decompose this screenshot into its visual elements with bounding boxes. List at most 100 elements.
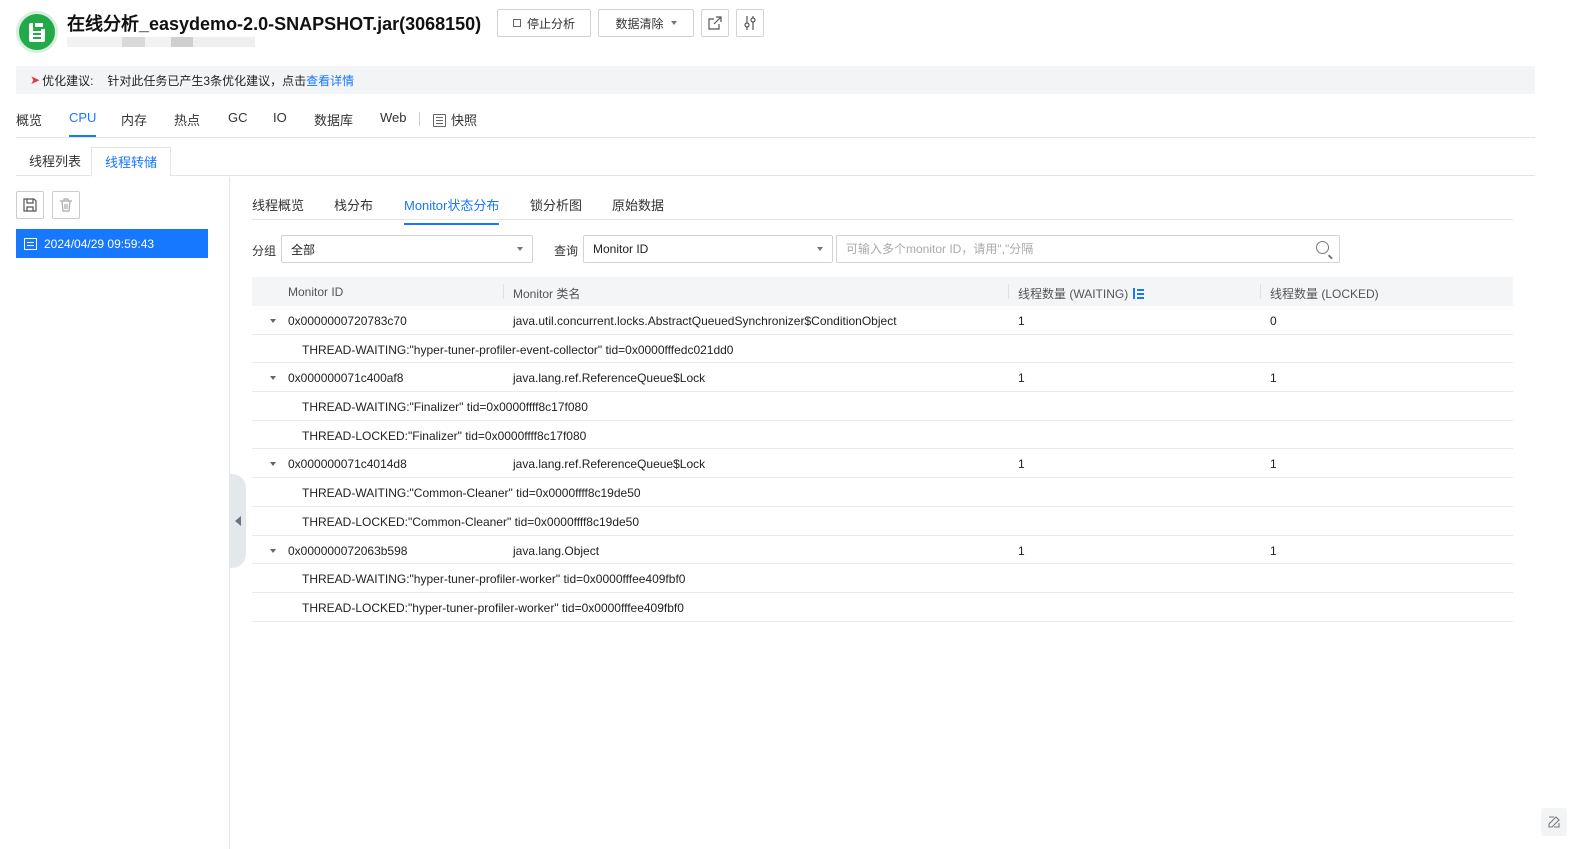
monitor-class-cell: java.util.concurrent.locks.AbstractQueue… — [513, 314, 897, 328]
monitor-class-cell: java.lang.ref.ReferenceQueue$Lock — [513, 457, 706, 472]
table-row: 0x0000000720783c70 java.util.concurrent.l… — [252, 306, 1513, 335]
tab-cpu[interactable]: CPU — [69, 110, 97, 137]
table-row: 0x000000072063b598 java.lang.Object 1 1 — [252, 536, 1513, 565]
view-details-link[interactable]: 查看详情 — [306, 72, 354, 89]
thread-info-cell: THREAD-LOCKED:"hyper-tuner-profiler-work… — [302, 600, 684, 615]
thread-row: THREAD-LOCKED:"Finalizer" tid=0x0000ffff… — [252, 421, 1513, 450]
tab-thread-overview[interactable]: 线程概览 — [252, 195, 304, 214]
collapse-panel-button[interactable] — [229, 474, 246, 568]
tab-monitor-state[interactable]: Monitor状态分布 — [404, 195, 500, 225]
dump-timestamp: 2024/04/29 09:59:43 — [44, 236, 155, 251]
stop-analysis-label: 停止分析 — [526, 16, 575, 31]
thread-row: THREAD-LOCKED:"Common-Cleaner" tid=0x000… — [252, 507, 1513, 536]
tab-stack-distribution[interactable]: 栈分布 — [334, 195, 373, 214]
monitor-id-search-input[interactable] — [836, 235, 1340, 263]
tab-lock-graph[interactable]: 锁分析图 — [530, 195, 582, 214]
group-label: 分组 — [252, 244, 277, 258]
rocket-icon: ➤ — [30, 73, 41, 87]
thread-info-cell: THREAD-WAITING:"hyper-tuner-profiler-wor… — [302, 572, 686, 587]
thread-row: THREAD-WAITING:"hyper-tuner-profiler-eve… — [252, 335, 1513, 364]
tab-thread-list[interactable]: 线程列表 — [16, 147, 94, 176]
tab-raw-data[interactable]: 原始数据 — [612, 195, 664, 214]
tab-hotspot[interactable]: 热点 — [174, 110, 200, 129]
column-monitor-id[interactable]: Monitor ID — [288, 285, 343, 299]
clear-data-label: 数据清除 — [615, 16, 664, 31]
stop-icon — [512, 19, 521, 27]
tab-overview[interactable]: 概览 — [16, 110, 42, 129]
table-row: 0x000000071c400af8 java.lang.ref.Referenc… — [252, 363, 1513, 393]
thread-row: THREAD-LOCKED:"hyper-tuner-profiler-work… — [252, 593, 1513, 622]
tab-snapshot[interactable]: 快照 — [433, 110, 477, 129]
group-select[interactable]: 全部 — [281, 235, 533, 263]
chevron-left-icon — [234, 516, 241, 526]
waiting-count-cell: 1 — [1018, 314, 1025, 328]
column-monitor-class[interactable]: Monitor 类名 — [513, 285, 580, 302]
thread-info-cell: THREAD-WAITING:"Common-Cleaner" tid=0x00… — [302, 486, 641, 501]
chevron-down-icon — [670, 21, 677, 25]
thread-info-cell: THREAD-LOCKED:"Finalizer" tid=0x0000ffff… — [302, 428, 587, 443]
suggestion-label: 优化建议: — [42, 73, 94, 88]
sliders-icon[interactable] — [736, 9, 764, 37]
locked-count-cell: 1 — [1270, 543, 1277, 558]
trash-icon[interactable] — [52, 191, 80, 219]
table-row: 0x000000071c4014d8 java.lang.ref.Referenc… — [252, 449, 1513, 479]
tab-thread-dump[interactable]: 线程转储 — [91, 147, 172, 177]
thread-info-cell: THREAD-WAITING:"hyper-tuner-profiler-eve… — [302, 342, 734, 357]
suggestion-bar: ➤ 优化建议: 针对此任务已产生3条优化建议，点击 查看详情 — [16, 66, 1535, 94]
locked-count-cell: 0 — [1270, 314, 1277, 328]
suggestion-text: 针对此任务已产生3条优化建议，点击 — [107, 73, 307, 88]
thread-info-cell: THREAD-LOCKED:"Common-Cleaner" tid=0x000… — [302, 514, 640, 529]
tab-divider — [419, 112, 420, 126]
expand-row-icon[interactable] — [270, 548, 276, 553]
edit-icon[interactable] — [1541, 808, 1567, 836]
search-icon[interactable] — [1316, 241, 1329, 254]
monitor-id-cell: 0x000000071c400af8 — [288, 371, 404, 386]
tab-snapshot-label: 快照 — [451, 113, 478, 128]
column-separator — [1260, 284, 1261, 299]
monitor-class-cell: java.lang.ref.ReferenceQueue$Lock — [513, 371, 706, 386]
query-field-select[interactable]: Monitor ID — [583, 235, 833, 263]
external-link-icon[interactable] — [701, 9, 729, 37]
monitor-id-cell: 0x0000000720783c70 — [288, 314, 407, 328]
monitor-table: Monitor ID Monitor 类名 线程数量 (WAITING) 线程数… — [252, 277, 1513, 622]
expand-row-icon[interactable] — [270, 376, 276, 381]
thread-row: THREAD-WAITING:"Common-Cleaner" tid=0x00… — [252, 478, 1513, 507]
query-label: 查询 — [554, 244, 579, 258]
expand-row-icon[interactable] — [270, 462, 276, 467]
column-separator — [1008, 284, 1009, 299]
tab-web[interactable]: Web — [380, 110, 407, 125]
tab-gc[interactable]: GC — [228, 110, 248, 125]
file-icon — [24, 237, 37, 250]
monitor-id-cell: 0x000000071c4014d8 — [288, 457, 407, 472]
sub-tabs: 线程列表 线程转储 — [16, 147, 1535, 177]
snapshot-icon — [433, 114, 446, 127]
locked-count-cell: 1 — [1270, 371, 1277, 386]
tab-memory[interactable]: 内存 — [121, 110, 147, 129]
column-waiting-count[interactable]: 线程数量 (WAITING) — [1018, 285, 1145, 302]
tab-io[interactable]: IO — [273, 110, 287, 125]
redacted-subtitle — [67, 37, 255, 47]
sort-icon[interactable] — [1132, 288, 1145, 299]
main-tabs: 概览 CPU 内存 热点 GC IO 数据库 Web 快照 — [16, 104, 1535, 138]
table-header: Monitor ID Monitor 类名 线程数量 (WAITING) 线程数… — [252, 277, 1513, 306]
waiting-count-cell: 1 — [1018, 543, 1025, 558]
save-icon[interactable] — [16, 191, 44, 219]
clear-data-button[interactable]: 数据清除 — [598, 9, 694, 37]
dump-list-item[interactable]: 2024/04/29 09:59:43 — [16, 229, 208, 258]
locked-count-cell: 1 — [1270, 457, 1277, 472]
tab-database[interactable]: 数据库 — [314, 110, 353, 129]
table-body: 0x0000000720783c70 java.util.concurrent.l… — [252, 306, 1513, 622]
stop-analysis-button[interactable]: 停止分析 — [497, 9, 591, 37]
column-locked-count[interactable]: 线程数量 (LOCKED) — [1270, 285, 1379, 302]
waiting-count-cell: 1 — [1018, 371, 1025, 386]
monitor-id-cell: 0x000000072063b598 — [288, 543, 408, 558]
group-select-value: 全部 — [291, 242, 316, 257]
chevron-down-icon — [817, 247, 823, 251]
clipboard-icon — [16, 11, 58, 53]
waiting-count-cell: 1 — [1018, 457, 1025, 472]
expand-row-icon[interactable] — [270, 319, 276, 323]
thread-row: THREAD-WAITING:"Finalizer" tid=0x0000fff… — [252, 392, 1513, 421]
monitor-class-cell: java.lang.Object — [513, 543, 600, 558]
column-separator — [503, 284, 504, 299]
thread-row: THREAD-WAITING:"hyper-tuner-profiler-wor… — [252, 564, 1513, 593]
